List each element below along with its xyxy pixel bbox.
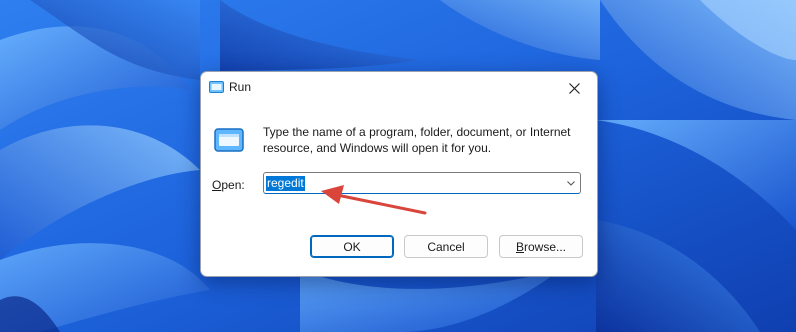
- open-combobox[interactable]: regedit: [263, 172, 581, 194]
- run-icon: [214, 128, 244, 152]
- browse-accelerator: B: [515, 239, 524, 254]
- chevron-down-icon[interactable]: [566, 178, 576, 188]
- close-button[interactable]: [551, 72, 597, 104]
- title-bar[interactable]: Run: [201, 72, 597, 104]
- browse-button-label: Browse...: [516, 240, 566, 254]
- open-label-accelerator: O: [212, 178, 222, 192]
- run-icon: [209, 81, 224, 93]
- close-icon: [568, 82, 580, 94]
- open-label: Open:: [212, 178, 245, 192]
- open-input-value[interactable]: regedit: [266, 176, 305, 191]
- open-label-rest: pen:: [221, 178, 245, 192]
- cancel-button-label: Cancel: [427, 239, 465, 254]
- dialog-title: Run: [229, 80, 252, 94]
- ok-button[interactable]: OK: [310, 235, 394, 258]
- ok-button-label: OK: [343, 239, 361, 254]
- browse-button[interactable]: Browse...: [499, 235, 583, 258]
- cancel-button[interactable]: Cancel: [404, 235, 488, 258]
- browse-label-rest: rowse...: [524, 239, 567, 254]
- dialog-description: Type the name of a program, folder, docu…: [263, 125, 571, 155]
- run-dialog: Run Type the name of a program, folder, …: [200, 71, 598, 277]
